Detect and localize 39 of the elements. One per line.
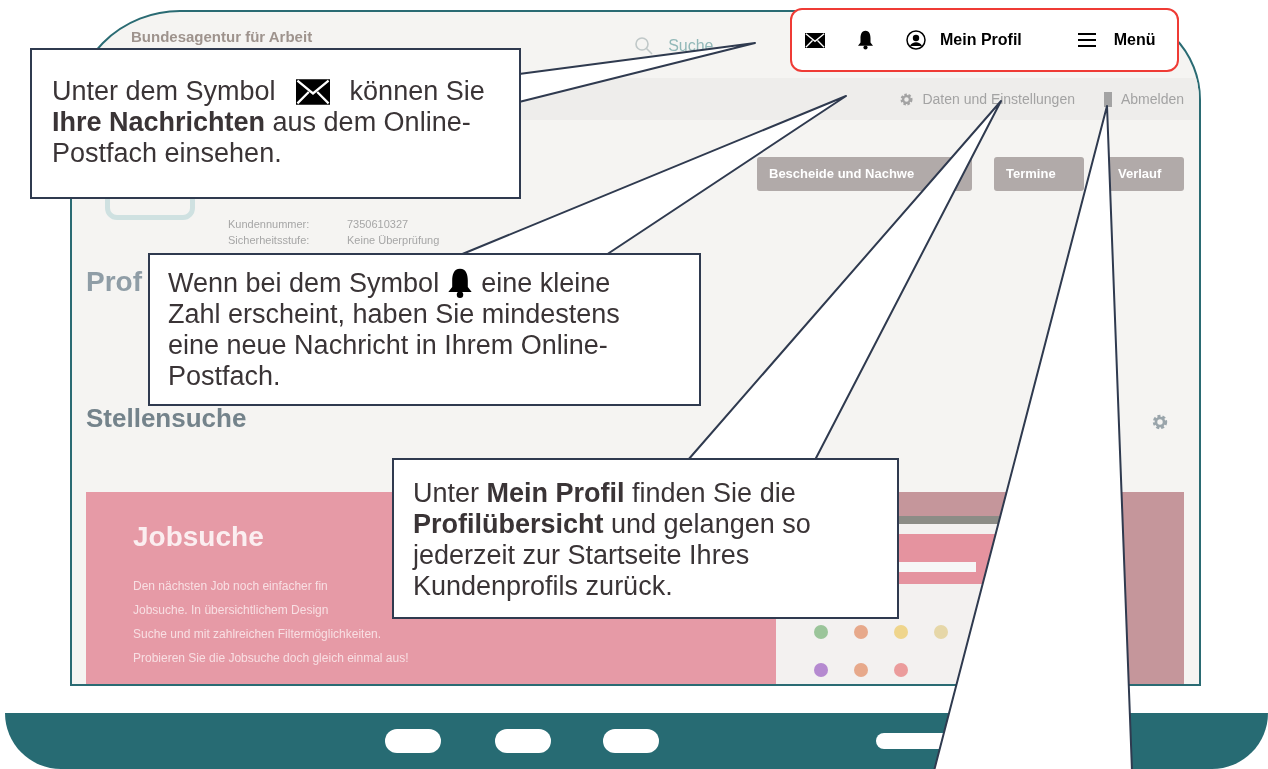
callout-text: eine neue Nachricht in Ihrem Online- — [168, 330, 608, 361]
card-text: Suche und mit zahlreichen Filtermöglichkeiten. — [133, 626, 382, 643]
callout-text: Kundenprofils zurück. — [413, 571, 673, 602]
callout-text: Unter Mein Profil finden Sie die — [413, 478, 796, 509]
callout-text: jederzeit zur Startseite Ihres — [413, 540, 750, 571]
subnav-link[interactable]: Daten und Einstellungen — [922, 88, 1075, 110]
subnav-link[interactable]: Abmelden — [1120, 88, 1184, 110]
mail-icon — [805, 32, 825, 48]
field-value: 7350610327 — [347, 217, 409, 232]
bell-icon — [447, 267, 474, 299]
callout-text: Postfach einsehen. — [52, 138, 282, 169]
callout-text: Ihre Nachrichten aus dem Online- — [52, 107, 471, 138]
card-text: Den nächsten Job noch einfacher fin — [133, 578, 328, 595]
page-title: Prof — [86, 264, 142, 299]
profile-link[interactable]: Mein Profil — [940, 28, 1022, 52]
callout-text: Zahl erscheint, haben Sie mindestens — [168, 299, 620, 330]
callout-text: Profilübersicht und gelangen so — [413, 509, 811, 540]
field-value: Keine Überprüfung — [347, 233, 440, 248]
callout-text: Unter dem Symbol — [52, 76, 276, 107]
nav-button[interactable]: Termine — [994, 157, 1084, 191]
site-logo-text[interactable]: Bundesagentur für Arbeit — [131, 26, 313, 49]
callout-text: Wenn bei dem Symbol — [168, 267, 440, 299]
menu-icon[interactable] — [1077, 32, 1096, 48]
menu-link[interactable]: Menü — [1113, 28, 1156, 52]
callout-text: Postfach. — [168, 361, 281, 392]
callout-text: eine kleine — [481, 267, 611, 299]
section-title: Stellensuche — [86, 403, 247, 433]
bell-icon — [857, 30, 874, 50]
card-text: Probieren Sie die Jobsuche doch gleich einmal aus! — [133, 650, 409, 667]
gear-icon — [1151, 413, 1169, 431]
callout-text: können Sie — [349, 76, 485, 107]
field-label: Kundennummer: — [228, 217, 311, 232]
mail-icon — [295, 78, 330, 105]
gear-icon — [899, 91, 915, 107]
field-label: Sicherheitsstufe: — [228, 233, 311, 248]
door-icon — [1102, 91, 1113, 107]
card-text: Jobsuche. In übersichtlichem Design — [133, 602, 329, 619]
card-title: Jobsuche — [133, 520, 264, 554]
user-circle-icon[interactable] — [906, 30, 926, 50]
